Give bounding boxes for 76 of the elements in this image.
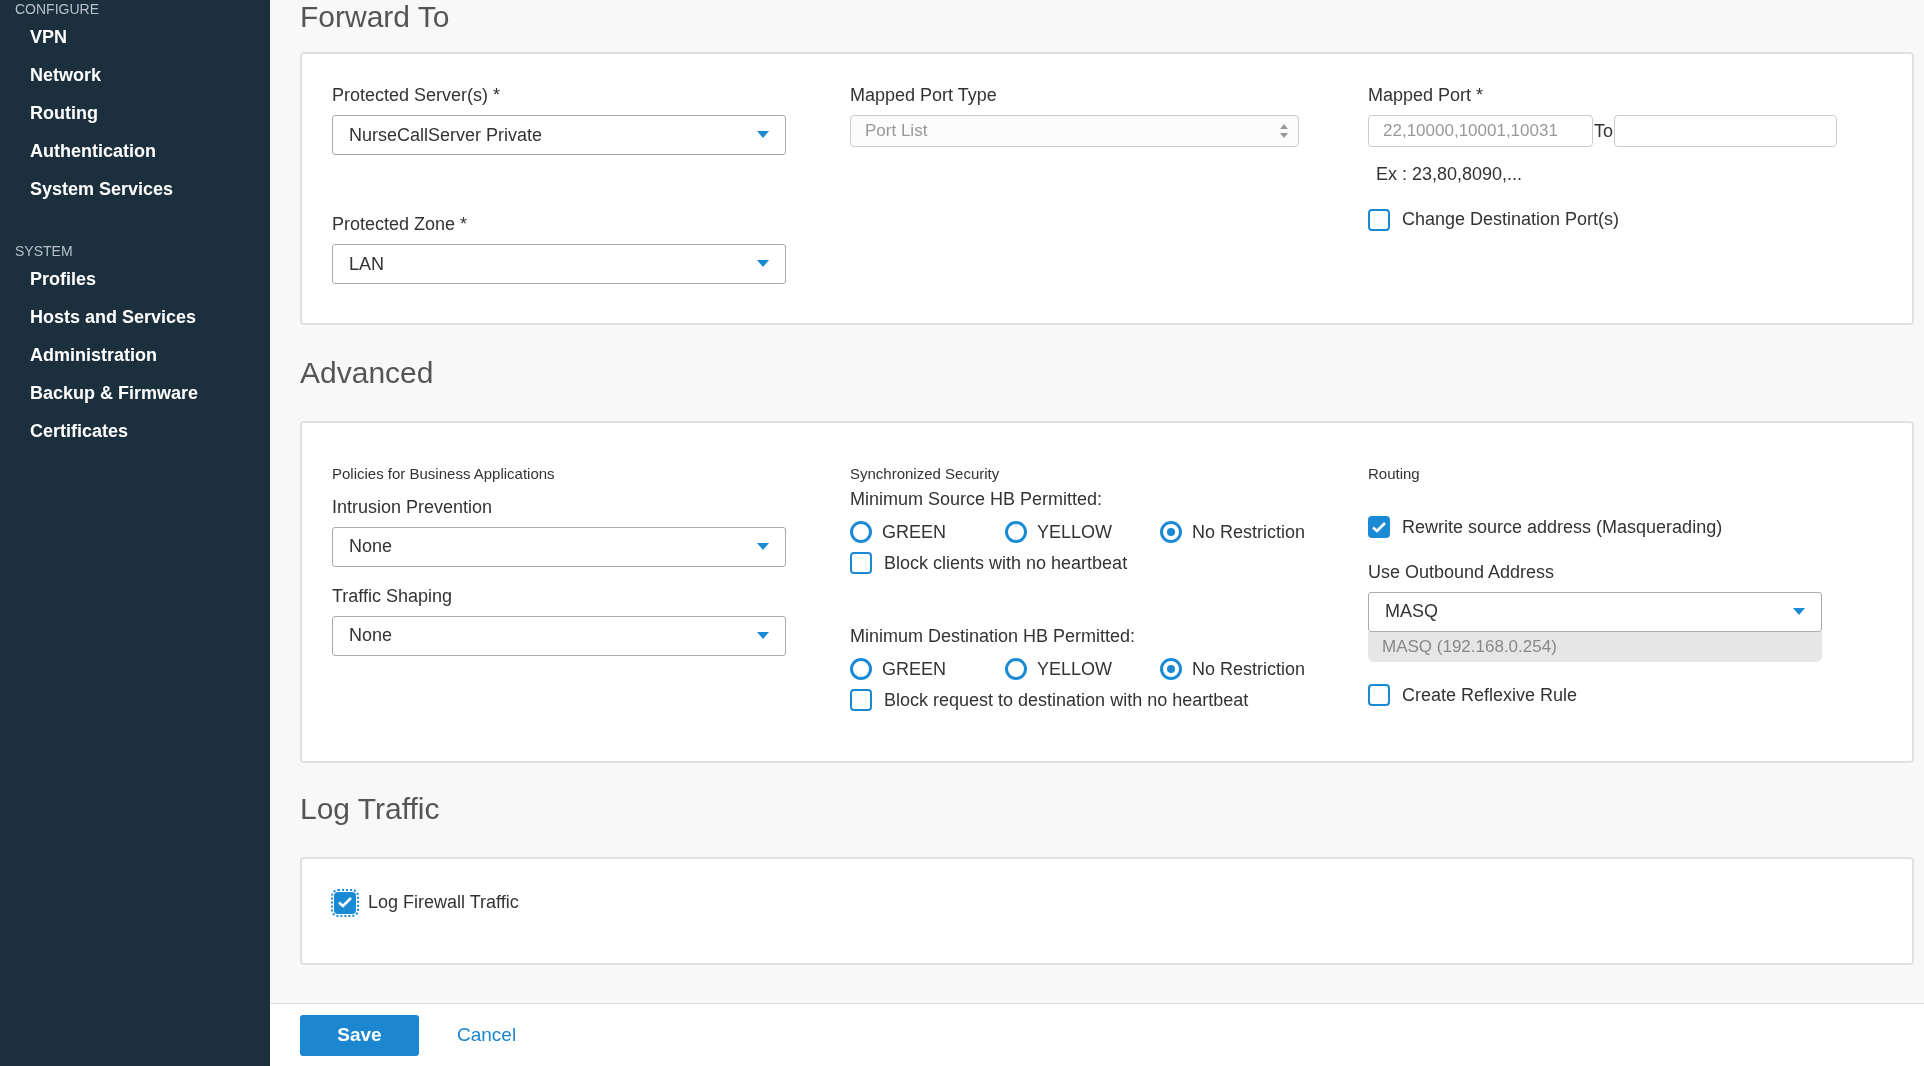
sidebar-item[interactable]: Administration bbox=[0, 336, 270, 374]
radio-label: No Restriction bbox=[1192, 657, 1306, 681]
radio-button[interactable] bbox=[1160, 521, 1182, 543]
sidebar-item[interactable]: Network bbox=[0, 56, 270, 94]
select-field[interactable]: LAN bbox=[332, 244, 786, 284]
checkbox-label: Create Reflexive Rule bbox=[1402, 683, 1578, 707]
sidebar-item[interactable]: Profiles bbox=[0, 260, 270, 298]
section-title: Forward To bbox=[300, 0, 451, 35]
checkbox[interactable] bbox=[334, 891, 356, 914]
radio-button[interactable] bbox=[1005, 521, 1027, 543]
caret-icon bbox=[757, 631, 769, 640]
sidebar-item[interactable]: System Services bbox=[0, 170, 270, 208]
radio-label: GREEN bbox=[882, 520, 946, 544]
group-heading: Routing bbox=[1368, 464, 1421, 484]
checkbox-label: Log Firewall Traffic bbox=[368, 891, 519, 914]
radio-label: YELLOW bbox=[1037, 657, 1113, 681]
select-field[interactable]: None bbox=[332, 615, 786, 656]
radio-label: YELLOW bbox=[1037, 520, 1113, 544]
caret-icon bbox=[757, 131, 769, 139]
caret-icon bbox=[757, 542, 769, 551]
field-label: Use Outbound Address bbox=[1368, 560, 1556, 584]
sidebar-item[interactable]: Certificates bbox=[0, 412, 270, 450]
field-label: Traffic Shaping bbox=[332, 584, 454, 608]
field-label: Protected Zone * bbox=[332, 213, 469, 236]
radio-button[interactable] bbox=[1005, 658, 1027, 680]
checkbox-label: Rewrite source address (Masquerading) bbox=[1402, 515, 1723, 539]
section-heading: CONFIGURE bbox=[14, 0, 100, 18]
select-value: LAN bbox=[349, 252, 384, 276]
field-label: Mapped Port Type bbox=[850, 84, 998, 107]
checkbox[interactable] bbox=[850, 689, 872, 711]
section-heading: SYSTEM bbox=[14, 242, 74, 260]
checkmark-icon bbox=[1372, 521, 1386, 533]
caret-icon bbox=[757, 260, 769, 268]
checkbox[interactable] bbox=[1368, 516, 1390, 538]
group-heading: Policies for Business Applications bbox=[332, 464, 556, 484]
select-value: Port List bbox=[865, 120, 928, 143]
field-label: Minimum Destination HB Permitted: bbox=[850, 624, 1137, 648]
to-label: To bbox=[1594, 119, 1613, 143]
sidebar-item[interactable]: VPN bbox=[0, 18, 270, 56]
section-title: Log Traffic bbox=[300, 791, 441, 827]
field-label: Mapped Port * bbox=[1368, 84, 1485, 107]
stepper-arrows-icon bbox=[1280, 124, 1288, 138]
checkbox-label: Block clients with no heartbeat bbox=[884, 551, 1128, 575]
select-value: None bbox=[349, 535, 393, 558]
checkbox-label: Block request to destination with no heartbeat bbox=[884, 688, 1249, 712]
radio-button[interactable] bbox=[850, 521, 872, 543]
section-title: Advanced bbox=[300, 355, 435, 391]
checkbox[interactable] bbox=[1368, 684, 1390, 706]
select-value: MASQ bbox=[1385, 600, 1438, 623]
select-value: NurseCallServer Private bbox=[349, 123, 543, 147]
example-text: Ex : 23,80,8090,... bbox=[1376, 163, 1524, 186]
address-hint: MASQ (192.168.0.254) bbox=[1368, 631, 1822, 662]
radio-label: GREEN bbox=[882, 657, 946, 681]
checkbox[interactable] bbox=[850, 552, 872, 574]
sidebar-item[interactable]: Authentication bbox=[0, 132, 270, 170]
checkmark-icon bbox=[338, 897, 352, 908]
select-field[interactable]: None bbox=[332, 526, 786, 567]
sidebar-item[interactable]: Hosts and Services bbox=[0, 298, 270, 336]
radio-button[interactable] bbox=[850, 658, 872, 680]
select-field[interactable]: MASQ bbox=[1368, 591, 1822, 632]
field-label: Intrusion Prevention bbox=[332, 495, 494, 519]
sidebar-item[interactable]: Routing bbox=[0, 94, 270, 132]
field-label: Minimum Source HB Permitted: bbox=[850, 487, 1104, 511]
checkbox[interactable] bbox=[1368, 208, 1390, 231]
checkbox-label: Change Destination Port(s) bbox=[1402, 208, 1620, 231]
select-field[interactable]: NurseCallServer Private bbox=[332, 115, 786, 155]
radio-label: No Restriction bbox=[1192, 520, 1306, 544]
port-input[interactable] bbox=[1614, 115, 1837, 147]
caret-icon bbox=[1793, 607, 1805, 616]
sidebar-item[interactable]: Backup & Firmware bbox=[0, 374, 270, 412]
field-label: Protected Server(s) * bbox=[332, 84, 502, 107]
group-heading: Synchronized Security bbox=[850, 464, 1001, 484]
cancel-link[interactable]: Cancel bbox=[457, 1020, 517, 1050]
select-value: None bbox=[349, 624, 393, 647]
radio-button[interactable] bbox=[1160, 658, 1182, 680]
save-button[interactable]: Save bbox=[300, 1014, 419, 1056]
